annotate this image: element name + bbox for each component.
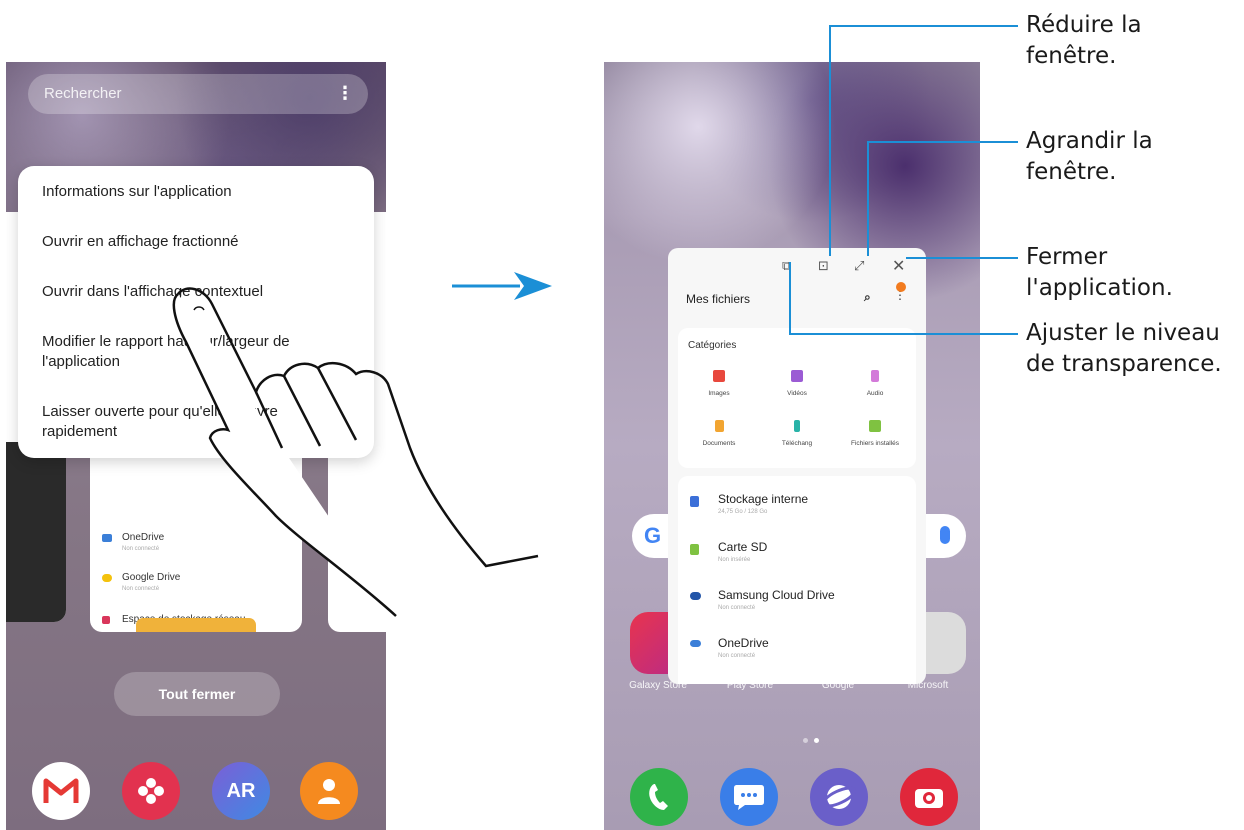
callout-minimize: Réduire la fenêtre. [1026,10,1166,72]
callout-maximize: Agrandir la fenêtre. [1026,126,1176,188]
callout-minimize-text: Réduire la fenêtre. [1026,12,1142,69]
callout-close-text: Fermer l'application. [1026,244,1173,301]
callout-lines [789,25,1018,335]
callout-maximize-text: Agrandir la fenêtre. [1026,128,1153,185]
callout-transparency: Ajuster le niveau de transparence. [1026,318,1240,380]
callout-close: Fermer l'application. [1026,242,1206,304]
callout-transparency-text: Ajuster le niveau de transparence. [1026,320,1222,377]
